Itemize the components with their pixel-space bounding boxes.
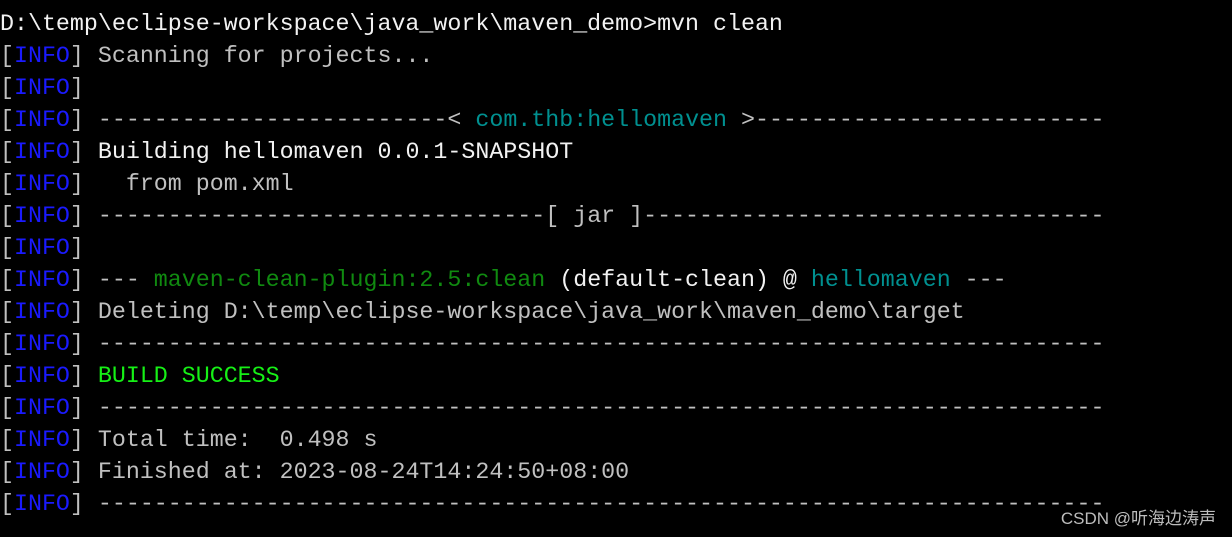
log-level-tag: [INFO]: [0, 267, 98, 293]
terminal-text: Total time: 0.498 s: [97, 427, 378, 453]
terminal-text: -------------------------<: [97, 107, 476, 133]
terminal-text: Scanning for projects...: [97, 43, 434, 69]
terminal-text: Building hellomaven 0.0.1-SNAPSHOT: [97, 139, 574, 165]
terminal-line: [INFO]: [0, 232, 1105, 264]
terminal-line: [INFO]: [0, 72, 1105, 104]
terminal-text: ----------------------------------------…: [97, 331, 1105, 357]
terminal-text: ---: [950, 267, 1007, 293]
terminal-line: [INFO] -------------------------< com.th…: [0, 104, 1105, 136]
log-level-tag: [INFO]: [0, 363, 98, 389]
terminal-line: [INFO] Total time: 0.498 s: [0, 424, 1105, 456]
log-level-tag: [INFO]: [0, 235, 84, 261]
log-level-tag: [INFO]: [0, 171, 98, 197]
terminal-output[interactable]: D:\temp\eclipse-workspace\java_work\mave…: [0, 8, 1105, 520]
terminal-line: [INFO] --------------------------------[…: [0, 200, 1105, 232]
terminal-text: D:\temp\eclipse-workspace\java_work\mave…: [0, 11, 783, 37]
terminal-text: Deleting D:\temp\eclipse-workspace\java_…: [97, 299, 965, 325]
terminal-text: com.thb:hellomaven: [475, 107, 728, 133]
log-level-tag: [INFO]: [0, 427, 98, 453]
terminal-text: maven-clean-plugin:2.5:clean: [153, 267, 546, 293]
terminal-line: [INFO] Deleting D:\temp\eclipse-workspac…: [0, 296, 1105, 328]
terminal-text: hellomaven: [810, 267, 951, 293]
terminal-line: [INFO] Building hellomaven 0.0.1-SNAPSHO…: [0, 136, 1105, 168]
terminal-text: ----------------------------------------…: [97, 491, 1105, 517]
log-level-tag: [INFO]: [0, 139, 98, 165]
terminal-text: (default-clean) @: [545, 267, 811, 293]
terminal-line: [INFO] from pom.xml: [0, 168, 1105, 200]
terminal-line: [INFO] Finished at: 2023-08-24T14:24:50+…: [0, 456, 1105, 488]
log-level-tag: [INFO]: [0, 107, 98, 133]
log-level-tag: [INFO]: [0, 43, 98, 69]
terminal-text: >-------------------------: [727, 107, 1105, 133]
terminal-line: [INFO] ---------------------------------…: [0, 328, 1105, 360]
terminal-text: from pom.xml: [97, 171, 294, 197]
log-level-tag: [INFO]: [0, 491, 98, 517]
terminal-line: D:\temp\eclipse-workspace\java_work\mave…: [0, 8, 1105, 40]
log-level-tag: [INFO]: [0, 331, 98, 357]
terminal-line: [INFO] Scanning for projects...: [0, 40, 1105, 72]
terminal-text: --------------------------------[ jar ]-…: [97, 203, 1105, 229]
watermark: CSDN @听海边涛声: [1060, 509, 1216, 528]
terminal-line: [INFO] BUILD SUCCESS: [0, 360, 1105, 392]
log-level-tag: [INFO]: [0, 459, 98, 485]
log-level-tag: [INFO]: [0, 75, 84, 101]
terminal-text: ----------------------------------------…: [97, 395, 1105, 421]
terminal-line: [INFO] ---------------------------------…: [0, 488, 1105, 520]
log-level-tag: [INFO]: [0, 395, 98, 421]
log-level-tag: [INFO]: [0, 203, 98, 229]
terminal-text: BUILD SUCCESS: [97, 363, 280, 389]
log-level-tag: [INFO]: [0, 299, 98, 325]
terminal-line: [INFO] --- maven-clean-plugin:2.5:clean …: [0, 264, 1105, 296]
terminal-text: ---: [97, 267, 154, 293]
terminal-text: Finished at: 2023-08-24T14:24:50+08:00: [97, 459, 630, 485]
terminal-line: [INFO] ---------------------------------…: [0, 392, 1105, 424]
